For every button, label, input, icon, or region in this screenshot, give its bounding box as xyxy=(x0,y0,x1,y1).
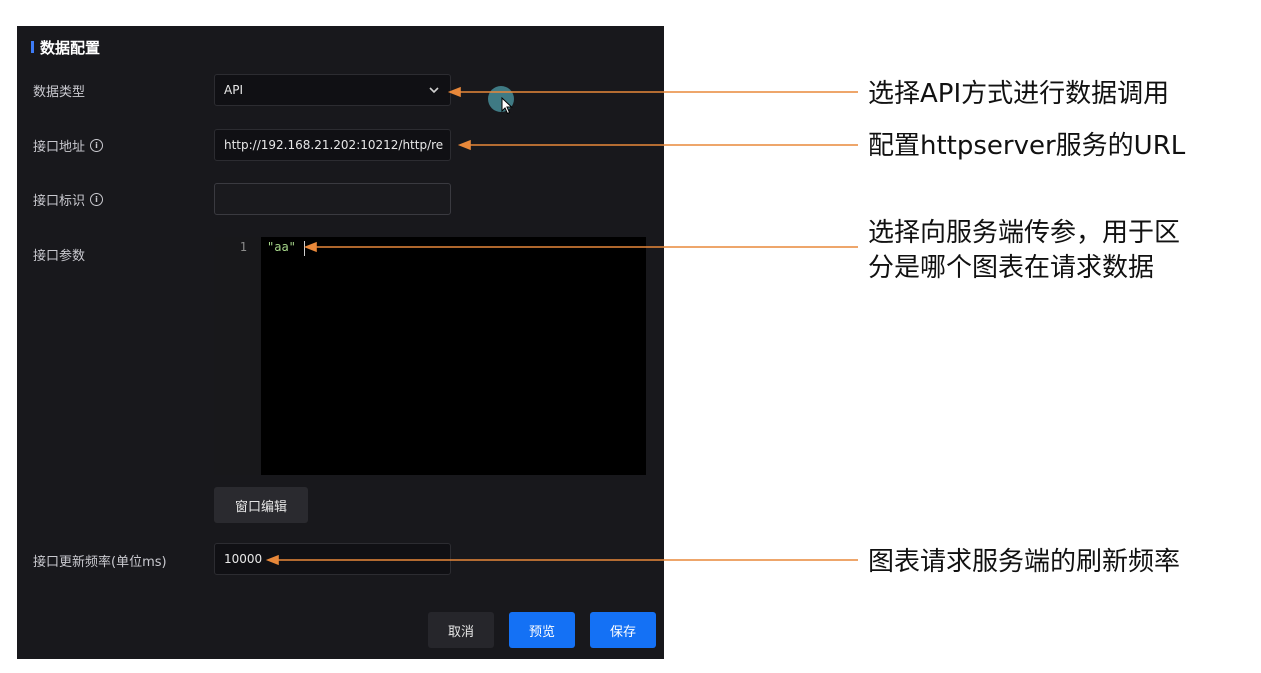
annotation-api-params-line1: 选择向服务端传参，用于区 xyxy=(868,218,1181,248)
arrowhead-api-params xyxy=(303,241,317,253)
annotation-data-type: 选择API方式进行数据调用 xyxy=(868,79,1170,109)
arrowhead-api-url xyxy=(457,139,471,151)
annotation-api-params-line2: 分是哪个图表在请求数据 xyxy=(868,253,1155,283)
annotation-refresh: 图表请求服务端的刷新频率 xyxy=(868,547,1181,577)
arrowhead-data-type xyxy=(447,86,461,98)
arrowhead-refresh xyxy=(265,554,279,566)
annotation-api-url: 配置httpserver服务的URL xyxy=(868,131,1186,161)
